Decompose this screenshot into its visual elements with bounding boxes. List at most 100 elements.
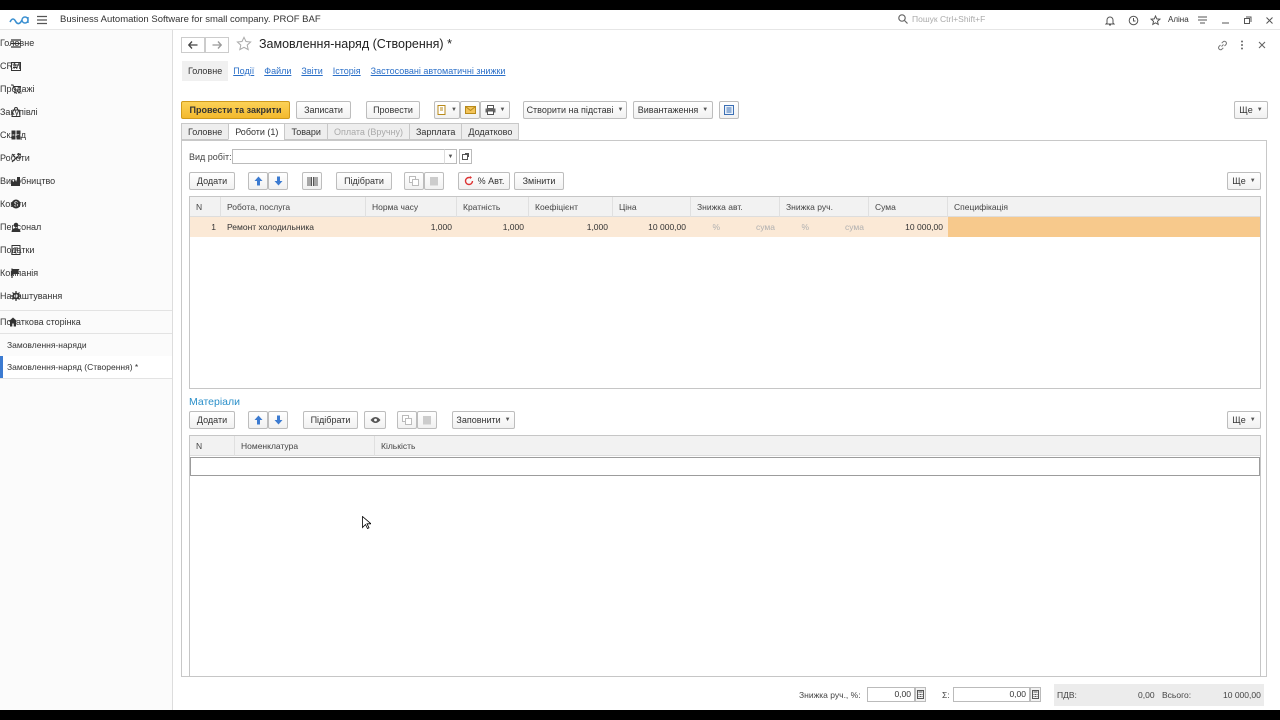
work-type-dropdown[interactable]: ▼: [444, 149, 457, 164]
favorites-star-icon[interactable]: [1148, 13, 1162, 27]
sidebar-item-settings[interactable]: Налаштування: [0, 285, 172, 307]
back-button[interactable]: [181, 37, 205, 53]
column-header[interactable]: Сума: [869, 197, 948, 217]
tab-goods[interactable]: Товари: [284, 123, 327, 140]
sidebar-item-main[interactable]: Головне: [0, 32, 172, 54]
sidebar-item-sales[interactable]: Продажі: [0, 78, 172, 100]
empty-row[interactable]: [190, 457, 1260, 476]
column-header[interactable]: Знижка авт.: [691, 197, 780, 217]
more-button-toolbar[interactable]: Ще ▼: [1234, 101, 1268, 119]
column-header[interactable]: Кількість: [375, 436, 1260, 456]
sum-input[interactable]: 0,00: [953, 687, 1030, 702]
tab-salary[interactable]: Зарплата: [409, 123, 462, 140]
row-work-service[interactable]: Ремонт холодильника: [227, 217, 366, 237]
row-multiplicity[interactable]: 1,000: [457, 217, 529, 237]
tab-works[interactable]: Роботи (1): [228, 123, 285, 140]
nav-files[interactable]: Файли: [259, 66, 296, 76]
row-specification[interactable]: [948, 217, 1260, 237]
sidebar-item-staff[interactable]: Персонал: [0, 216, 172, 238]
post-and-close-button[interactable]: Провести та закрити: [181, 101, 290, 119]
global-search-input[interactable]: Пошук Ctrl+Shift+F: [898, 13, 1088, 27]
row-coefficient[interactable]: 1,000: [529, 217, 613, 237]
works-more-button[interactable]: Ще ▼: [1227, 172, 1261, 190]
work-type-input[interactable]: [232, 149, 457, 164]
row-auto-discount-sum[interactable]: сума: [725, 217, 780, 237]
column-header[interactable]: Ціна: [613, 197, 691, 217]
email-button[interactable]: [460, 101, 480, 119]
calculator-button[interactable]: [915, 687, 926, 702]
print-dropdown-button[interactable]: ▼: [480, 101, 510, 119]
works-copy-button[interactable]: [404, 172, 424, 190]
materials-more-button[interactable]: Ще ▼: [1227, 411, 1261, 429]
materials-copy-button[interactable]: [397, 411, 417, 429]
works-barcode-button[interactable]: [302, 172, 322, 190]
close-form-icon[interactable]: [1255, 38, 1269, 52]
history-icon[interactable]: [1126, 13, 1140, 27]
nav-reports[interactable]: Звіти: [296, 66, 327, 76]
tab-payment[interactable]: Оплата (Вручну): [326, 123, 409, 140]
column-header[interactable]: N: [190, 436, 235, 456]
materials-add-button[interactable]: Додати: [189, 411, 235, 429]
column-header[interactable]: Знижка руч.: [780, 197, 869, 217]
close-window-icon[interactable]: [1262, 13, 1276, 27]
column-header[interactable]: Кратність: [457, 197, 529, 217]
materials-view-button[interactable]: [364, 411, 386, 429]
row-time-norm[interactable]: 1,000: [366, 217, 457, 237]
work-type-open-button[interactable]: [459, 149, 472, 164]
row-auto-discount-percent[interactable]: %: [691, 217, 725, 237]
row-price[interactable]: 10 000,00: [613, 217, 691, 237]
bell-icon[interactable]: [1103, 13, 1117, 27]
works-move-down-button[interactable]: [268, 172, 288, 190]
column-header[interactable]: Робота, послуга: [221, 197, 366, 217]
row-manual-discount-sum[interactable]: сума: [814, 217, 869, 237]
nav-auto-discounts[interactable]: Застосовані автоматичні знижки: [366, 66, 511, 76]
sidebar-item-purchases[interactable]: Закупівлі: [0, 101, 172, 123]
structure-button[interactable]: [719, 101, 739, 119]
column-header[interactable]: Коефіцієнт: [529, 197, 613, 217]
manual-discount-input[interactable]: 0,00: [867, 687, 915, 702]
works-pick-button[interactable]: Підібрати: [336, 172, 392, 190]
tab-main[interactable]: Головне: [181, 123, 229, 140]
post-button[interactable]: Провести: [366, 101, 420, 119]
nav-main[interactable]: Головне: [182, 61, 229, 81]
minimize-icon[interactable]: [1218, 13, 1232, 27]
user-name[interactable]: Аліна: [1168, 15, 1189, 24]
sidebar-item-crm[interactable]: CRM: [0, 55, 172, 77]
sidebar-item-works[interactable]: Роботи: [0, 147, 172, 169]
link-icon[interactable]: [1215, 38, 1229, 52]
works-paste-button[interactable]: [424, 172, 444, 190]
materials-pick-button[interactable]: Підібрати: [303, 411, 358, 429]
create-based-on-button[interactable]: Створити на підставі ▼: [523, 101, 627, 119]
row-manual-discount-percent[interactable]: %: [780, 217, 814, 237]
tab-additional[interactable]: Додатково: [461, 123, 520, 140]
table-row[interactable]: 1 Ремонт холодильника 1,000 1,000 1,000 …: [190, 217, 1260, 237]
column-header[interactable]: Специфікація: [948, 197, 1260, 217]
restore-icon[interactable]: [1240, 13, 1254, 27]
works-move-up-button[interactable]: [248, 172, 268, 190]
sidebar-item-production[interactable]: Виробництво: [0, 170, 172, 192]
save-button[interactable]: Записати: [296, 101, 351, 119]
column-header[interactable]: N: [190, 197, 221, 217]
sidebar-item-company[interactable]: Компанія: [0, 262, 172, 284]
settings-lines-icon[interactable]: [1195, 13, 1209, 27]
works-auto-percent-button[interactable]: % Авт.: [458, 172, 510, 190]
column-header[interactable]: Номенклатура: [235, 436, 375, 456]
materials-paste-button[interactable]: [417, 411, 437, 429]
more-vertical-icon[interactable]: [1235, 38, 1249, 52]
forward-button[interactable]: [205, 37, 229, 53]
nav-events[interactable]: Події: [228, 66, 259, 76]
nav-history[interactable]: Історія: [328, 66, 366, 76]
open-window-orders-list[interactable]: Замовлення-наряди: [0, 334, 172, 356]
sidebar-item-warehouse[interactable]: Склад: [0, 124, 172, 146]
open-window-order-current[interactable]: Замовлення-наряд (Створення) *: [0, 356, 172, 378]
works-add-button[interactable]: Додати: [189, 172, 235, 190]
sidebar-home-page[interactable]: Початкова сторінка: [0, 311, 172, 333]
materials-move-down-button[interactable]: [268, 411, 288, 429]
works-change-button[interactable]: Змінити: [514, 172, 564, 190]
export-button[interactable]: Вивантаження ▼: [633, 101, 713, 119]
hamburger-menu-icon[interactable]: [36, 15, 48, 25]
sidebar-item-money[interactable]: $ Кошти: [0, 193, 172, 215]
sidebar-item-taxes[interactable]: Податки: [0, 239, 172, 261]
calculator-button[interactable]: [1030, 687, 1041, 702]
logo-icon[interactable]: [8, 14, 30, 26]
